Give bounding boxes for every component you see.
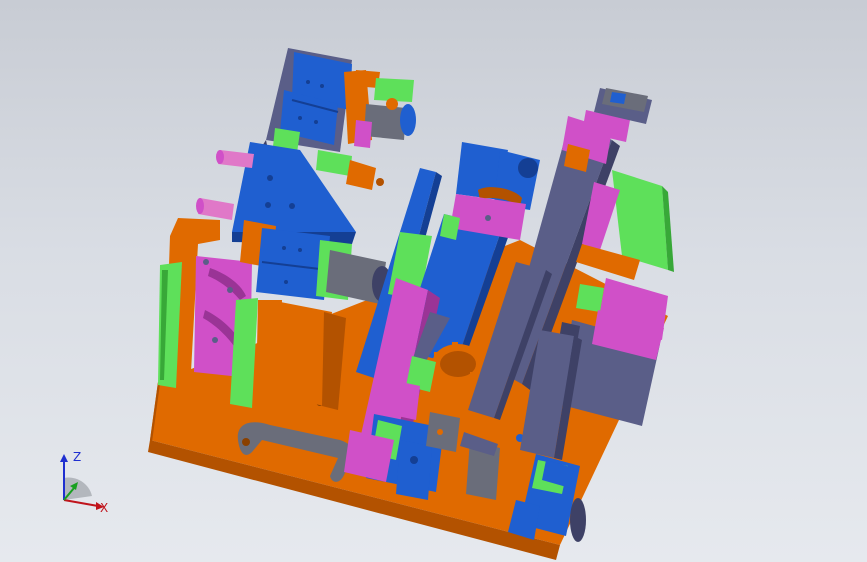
blue-gusset-bracket[interactable] <box>196 142 384 244</box>
assembly-model[interactable] <box>0 0 867 562</box>
x-axis-line <box>63 499 99 507</box>
triad-z-label: Z <box>73 450 82 464</box>
cad-viewport[interactable]: Z X <box>0 0 867 562</box>
triad-plane-shading <box>64 477 92 500</box>
triad-x-label: X <box>100 501 109 515</box>
z-axis-arrow-icon <box>60 454 68 462</box>
